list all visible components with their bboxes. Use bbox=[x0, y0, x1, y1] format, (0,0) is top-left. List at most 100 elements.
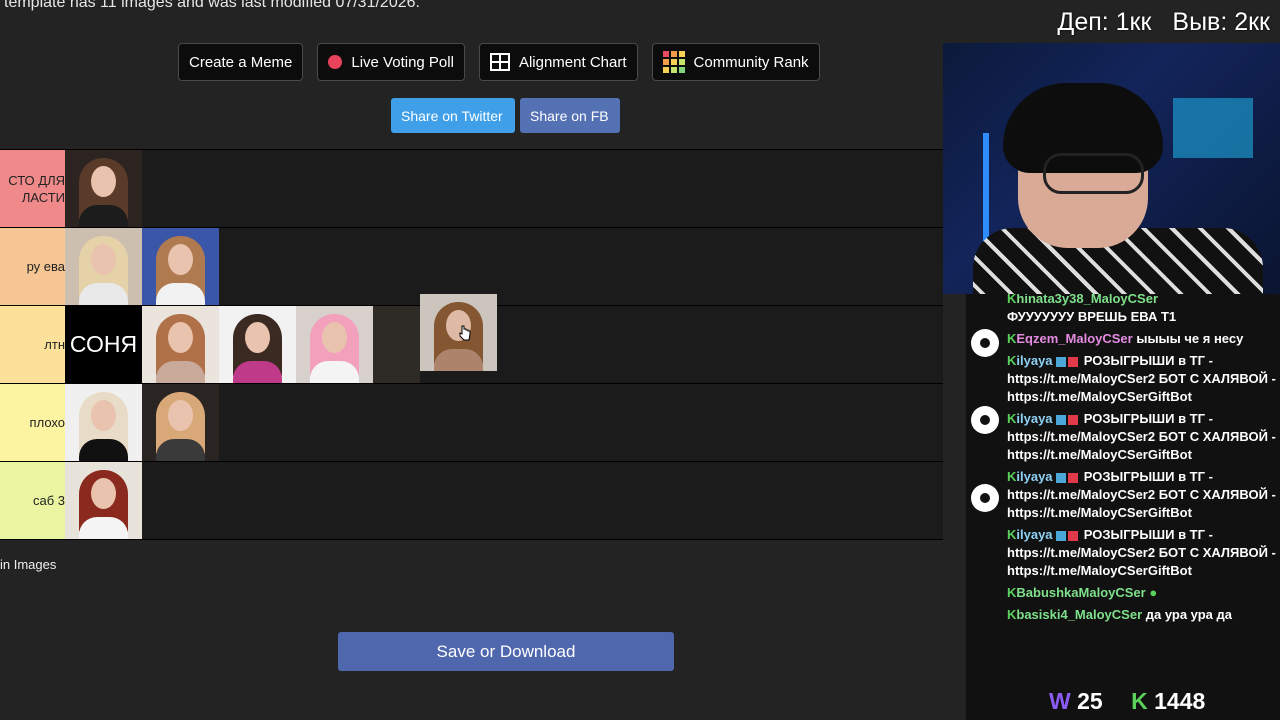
tier-row: саб 3 bbox=[0, 461, 943, 540]
twitch-viewer-count: 25 bbox=[1077, 688, 1103, 714]
share-twitter-button[interactable]: Share on Twitter bbox=[391, 98, 515, 133]
tier-images bbox=[65, 384, 943, 461]
viewer-counts: W 25 K 1448 bbox=[1049, 688, 1205, 715]
tier-label[interactable]: саб 3 bbox=[0, 462, 65, 539]
badge-icon bbox=[1068, 414, 1079, 425]
webcam-overlay bbox=[943, 43, 1280, 294]
tier-images bbox=[65, 228, 943, 305]
badge-icon bbox=[1056, 356, 1067, 367]
kick-badge-icon: K bbox=[1007, 527, 1017, 542]
chat-username[interactable]: hinata3y38_MaloyCSer bbox=[1016, 294, 1158, 306]
hand-cursor-icon bbox=[459, 325, 471, 344]
tier-label[interactable]: СТО ДЛЯ ЛАСТИ bbox=[0, 150, 65, 227]
chat-message: KEqzem_MaloyCSer ыыыы че я несу bbox=[1007, 330, 1277, 348]
tier-label-line: саб 3 bbox=[32, 493, 65, 508]
badge-icon bbox=[1068, 356, 1079, 367]
chat-username[interactable]: basiski4_MaloyCSer bbox=[1016, 607, 1142, 622]
tier-image[interactable] bbox=[219, 306, 296, 383]
chat-text: ыыыы че я несу bbox=[1136, 331, 1244, 346]
tier-image-text[interactable]: СОНЯ bbox=[65, 306, 142, 383]
tier-image[interactable] bbox=[65, 462, 142, 539]
tier-label-line: плохо bbox=[29, 415, 65, 430]
chat-messages: Khinata3y38_MaloyCSer ФУУУУУУУ ВРЕШЬ ЕВА… bbox=[1007, 294, 1277, 628]
tier-image[interactable] bbox=[65, 384, 142, 461]
gear-icon[interactable] bbox=[971, 406, 999, 434]
drag-in-images-label: in Images bbox=[0, 557, 57, 572]
tier-label[interactable]: плохо bbox=[0, 384, 65, 461]
grid-icon bbox=[489, 53, 510, 71]
webcam-glasses bbox=[1043, 153, 1144, 194]
kick-badge-icon: K bbox=[1007, 607, 1017, 622]
badge-icon bbox=[1068, 472, 1079, 483]
kick-badge-icon: K bbox=[1007, 411, 1017, 426]
chat-text: да ура ура да bbox=[1145, 607, 1233, 622]
chat-message: KBabushkaMaloyCSer ● bbox=[1007, 584, 1277, 602]
create-meme-label: Create a Meme bbox=[189, 53, 293, 71]
tier-label-line: ЛАСТИ bbox=[21, 189, 65, 205]
alignment-chart-label: Alignment Chart bbox=[518, 53, 627, 71]
tier-image[interactable] bbox=[142, 306, 219, 383]
tier-image[interactable] bbox=[142, 228, 219, 305]
kick-badge-icon: K bbox=[1007, 331, 1017, 346]
chat-message: Khinata3y38_MaloyCSer ФУУУУУУУ ВРЕШЬ ЕВА… bbox=[1007, 294, 1277, 326]
chat-username[interactable]: ilyaya bbox=[1016, 411, 1052, 426]
kick-badge-icon: K bbox=[1007, 585, 1017, 600]
chat-message: Kilyaya РОЗЫГРЫШИ в ТГ - https://t.me/Ma… bbox=[1007, 526, 1277, 580]
gear-icon[interactable] bbox=[971, 484, 999, 512]
create-meme-button[interactable]: Create a Meme bbox=[178, 43, 304, 81]
tier-label-line: лтн bbox=[44, 337, 65, 352]
tier-label[interactable]: ру ева bbox=[0, 228, 65, 305]
webcam-led-strip bbox=[983, 133, 989, 243]
share-fb-button[interactable]: Share on FB bbox=[520, 98, 620, 133]
tier-image[interactable] bbox=[373, 306, 420, 383]
chat-message: Kilyaya РОЗЫГРЫШИ в ТГ - https://t.me/Ma… bbox=[1007, 410, 1277, 464]
stream-counters: Деп: 1кк Выв: 2кк bbox=[1043, 8, 1270, 37]
badge-icon bbox=[1056, 414, 1067, 425]
chat-username[interactable]: ilyaya bbox=[1016, 527, 1052, 542]
toolbar: Create a Meme Live Voting Poll Alignment… bbox=[178, 43, 820, 81]
badge-icon bbox=[1056, 472, 1067, 483]
tier-image[interactable] bbox=[142, 384, 219, 461]
tier-label-line: ру ева bbox=[26, 259, 65, 274]
tier-image[interactable] bbox=[65, 150, 142, 227]
live-voting-label: Live Voting Poll bbox=[351, 53, 454, 71]
community-rank-label: Community Rank bbox=[693, 53, 809, 71]
community-rank-button[interactable]: Community Rank bbox=[651, 43, 820, 81]
chat-message: Kilyaya РОЗЫГРЫШИ в ТГ - https://t.me/Ma… bbox=[1007, 468, 1277, 522]
tier-images: СОНЯ bbox=[65, 306, 943, 383]
kick-icon: K bbox=[1131, 688, 1148, 714]
tier-row: СТО ДЛЯ ЛАСТИ bbox=[0, 149, 943, 227]
kick-badge-icon: K bbox=[1007, 469, 1017, 484]
kick-badge-icon: K bbox=[1007, 353, 1017, 368]
tier-image[interactable] bbox=[296, 306, 373, 383]
kick-viewer-count: 1448 bbox=[1154, 688, 1206, 714]
tier-image[interactable] bbox=[65, 228, 142, 305]
record-dot-icon bbox=[328, 55, 343, 69]
twitch-icon: W bbox=[1049, 688, 1071, 714]
tier-label-line: СТО ДЛЯ bbox=[8, 172, 65, 188]
alignment-chart-button[interactable]: Alignment Chart bbox=[478, 43, 638, 81]
tier-label[interactable]: лтн bbox=[0, 306, 65, 383]
webcam-monitor bbox=[1173, 98, 1253, 158]
chat-username[interactable]: Eqzem_MaloyCSer bbox=[1016, 331, 1132, 346]
save-or-download-button[interactable]: Save or Download bbox=[338, 632, 674, 671]
vyv-counter: Выв: 2кк bbox=[1172, 8, 1270, 36]
chat-message: Kilyaya РОЗЫГРЫШИ в ТГ - https://t.me/Ma… bbox=[1007, 352, 1277, 406]
color-grid-icon bbox=[662, 51, 685, 73]
share-row: Share on Twitter Share on FB bbox=[391, 98, 620, 133]
emote-icon: ● bbox=[1149, 585, 1158, 600]
gear-icon[interactable] bbox=[971, 329, 999, 357]
tier-images bbox=[65, 462, 943, 539]
live-voting-poll-button[interactable]: Live Voting Poll bbox=[317, 43, 465, 81]
chat-username[interactable]: ilyaya bbox=[1016, 353, 1052, 368]
chat-username[interactable]: ilyaya bbox=[1016, 469, 1052, 484]
tier-images bbox=[65, 150, 943, 227]
tier-row: плохо bbox=[0, 383, 943, 461]
dep-counter: Деп: 1кк bbox=[1057, 8, 1152, 36]
stream-chat: Khinata3y38_MaloyCSer ФУУУУУУУ ВРЕШЬ ЕВА… bbox=[966, 294, 1280, 720]
kick-badge-icon: K bbox=[1007, 294, 1017, 306]
chat-text: ФУУУУУУУ ВРЕШЬ ЕВА Т1 bbox=[1007, 309, 1177, 324]
chat-message: Kbasiski4_MaloyCSer да ура ура да bbox=[1007, 606, 1277, 624]
chat-username[interactable]: BabushkaMaloyCSer bbox=[1016, 585, 1145, 600]
badge-icon bbox=[1068, 530, 1079, 541]
